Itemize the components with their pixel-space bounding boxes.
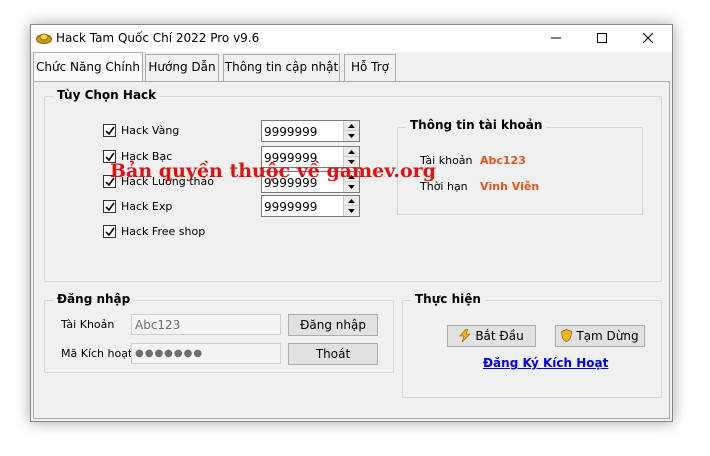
checkmark-icon: [105, 227, 115, 237]
hack-options-title: Tùy Chọn Hack: [53, 88, 161, 102]
account-info-title: Thông tin tài khoản: [406, 118, 547, 132]
close-icon: [643, 33, 653, 43]
checkmark-icon: [105, 126, 115, 136]
minimize-icon: [551, 37, 561, 39]
login-title: Đăng nhập: [53, 292, 135, 306]
spin-up-button[interactable]: [344, 147, 359, 157]
arrow-up-icon: [348, 150, 355, 154]
close-button[interactable]: [625, 25, 671, 52]
arrow-down-icon: [348, 185, 355, 189]
hack-options-group: Tùy Chọn Hack Hack Vàng Hack Bạc Hack Lư…: [44, 88, 662, 282]
login-group: Đăng nhập Tài Khoản Abc123 Mã Kích hoạt …: [44, 292, 394, 373]
login-account-label: Tài Khoản: [61, 318, 115, 331]
arrow-up-icon: [348, 199, 355, 203]
exp-amount-stepper[interactable]: 9999999: [261, 195, 360, 217]
exp-amount-value[interactable]: 9999999: [264, 200, 317, 214]
tab-chuc-nang-chinh[interactable]: Chức Năng Chính: [33, 52, 143, 82]
actions-group: Thực hiện Bắt Đầu Tạm Dừng Đăng Ký Kích …: [402, 292, 662, 398]
arrow-down-icon: [348, 134, 355, 138]
tab-panel-main: Tùy Chọn Hack Hack Vàng Hack Bạc Hack Lư…: [33, 81, 670, 419]
arrow-up-icon: [348, 124, 355, 128]
spin-down-button[interactable]: [344, 206, 359, 216]
lightning-icon: [459, 329, 472, 342]
start-button[interactable]: Bắt Đầu: [447, 325, 536, 347]
gold-amount-stepper[interactable]: 9999999: [261, 120, 360, 142]
gold-amount-value[interactable]: 9999999: [264, 125, 317, 139]
pause-button[interactable]: Tạm Dừng: [555, 325, 645, 347]
login-code-label: Mã Kích hoạt: [61, 347, 133, 360]
login-account-field[interactable]: Abc123: [131, 314, 281, 335]
register-activation-link[interactable]: Đăng Ký Kích Hoạt: [483, 356, 608, 370]
shield-icon: [561, 329, 573, 342]
checkmark-icon: [105, 202, 115, 212]
minimize-button[interactable]: [533, 25, 579, 52]
spin-down-button[interactable]: [344, 182, 359, 192]
tab-huong-dan[interactable]: Hướng Dẫn: [145, 54, 219, 81]
maximize-icon: [597, 33, 607, 43]
arrow-down-icon: [348, 209, 355, 213]
account-info-account-value: Abc123: [480, 154, 526, 167]
checkbox-box[interactable]: [103, 200, 116, 213]
actions-title: Thực hiện: [411, 292, 485, 306]
app-window: Hack Tam Quốc Chí 2022 Pro v9.6 Chức Năn…: [30, 24, 673, 422]
pause-button-label: Tạm Dừng: [576, 329, 639, 343]
login-button[interactable]: Đăng nhập: [288, 314, 378, 336]
spin-buttons: [343, 121, 359, 141]
tab-thong-tin-cap-nhat[interactable]: Thông tin cập nhật: [223, 54, 340, 81]
checkbox-box[interactable]: [103, 225, 116, 238]
window-title: Hack Tam Quốc Chí 2022 Pro v9.6: [56, 31, 260, 45]
watermark-text: Bản quyền thuộc về gamev.org: [110, 160, 436, 182]
maximize-button[interactable]: [579, 25, 625, 52]
login-code-field[interactable]: ●●●●●●●: [131, 343, 281, 364]
hack-gold-label: Hack Vàng: [121, 124, 180, 137]
spin-up-button[interactable]: [344, 196, 359, 206]
account-info-duration-value: Vĩnh Viễn: [480, 180, 540, 193]
hack-exp-label: Hack Exp: [121, 200, 173, 213]
tab-strip: Chức Năng Chính Hướng Dẫn Thông tin cập …: [31, 52, 672, 82]
spin-up-button[interactable]: [344, 121, 359, 131]
tab-ho-tro[interactable]: Hỗ Trợ: [344, 54, 396, 81]
title-bar[interactable]: Hack Tam Quốc Chí 2022 Pro v9.6: [31, 25, 672, 52]
checkbox-box[interactable]: [103, 124, 116, 137]
hack-free-shop-label: Hack Free shop: [121, 225, 206, 238]
start-button-label: Bắt Đầu: [475, 329, 524, 343]
spin-buttons: [343, 196, 359, 216]
spin-down-button[interactable]: [344, 131, 359, 141]
exit-button[interactable]: Thoát: [288, 343, 378, 365]
gold-ingot-icon: [36, 33, 52, 44]
